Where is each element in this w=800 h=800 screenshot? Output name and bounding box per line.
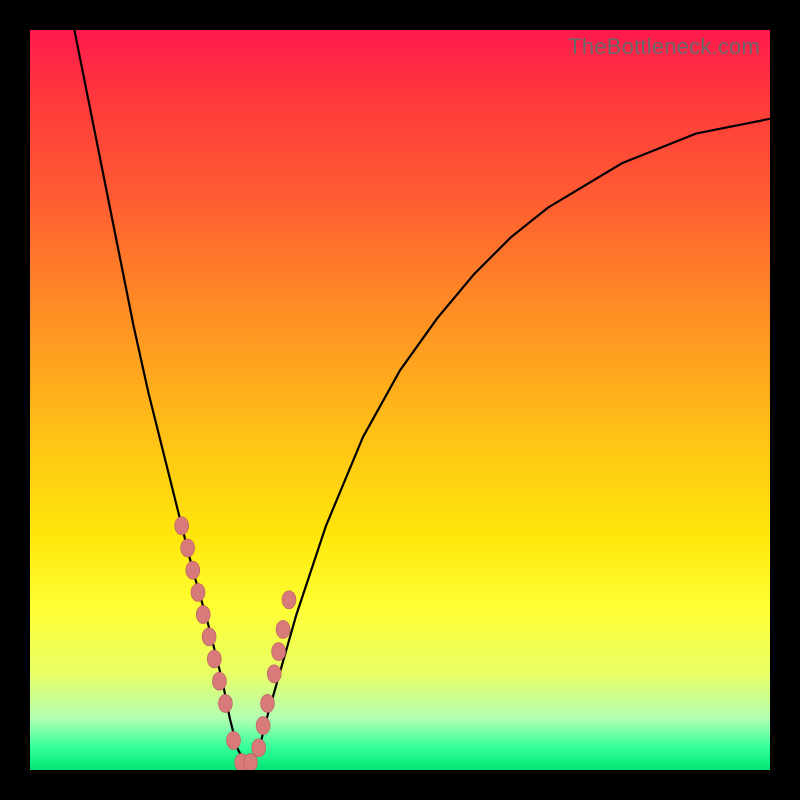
highlight-dot (191, 583, 205, 601)
bottleneck-chart-svg (30, 30, 770, 770)
highlight-dot (196, 606, 210, 624)
highlighted-dots-group (175, 517, 296, 770)
highlight-dot (181, 539, 195, 557)
highlight-dot (186, 561, 200, 579)
chart-plot-area: TheBottleneck.com (30, 30, 770, 770)
highlight-dot (227, 731, 241, 749)
highlight-dot (202, 628, 216, 646)
highlight-dot (207, 650, 221, 668)
highlight-dot (282, 591, 296, 609)
highlight-dot (252, 739, 266, 757)
highlight-dot (218, 694, 232, 712)
highlight-dot (212, 672, 226, 690)
highlight-dot (267, 665, 281, 683)
highlight-dot (276, 620, 290, 638)
highlight-dot (175, 517, 189, 535)
bottleneck-curve-line (74, 30, 770, 763)
highlight-dot (261, 694, 275, 712)
highlight-dot (272, 643, 286, 661)
highlight-dot (256, 717, 270, 735)
